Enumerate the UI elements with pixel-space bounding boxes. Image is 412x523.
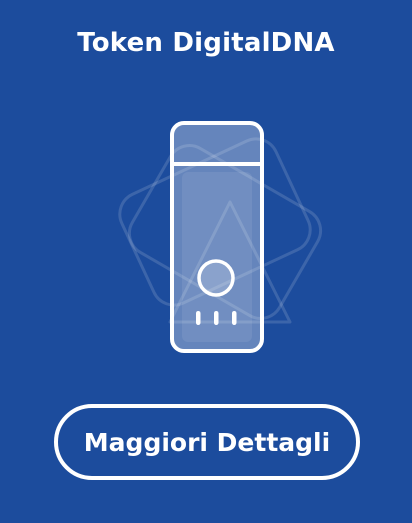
card-title: Token DigitalDNA [77,28,335,58]
product-card: Token DigitalDNA Maggiori Dettagli [0,0,412,523]
more-details-button[interactable]: Maggiori Dettagli [54,404,360,480]
usb-token-icon [100,112,340,362]
